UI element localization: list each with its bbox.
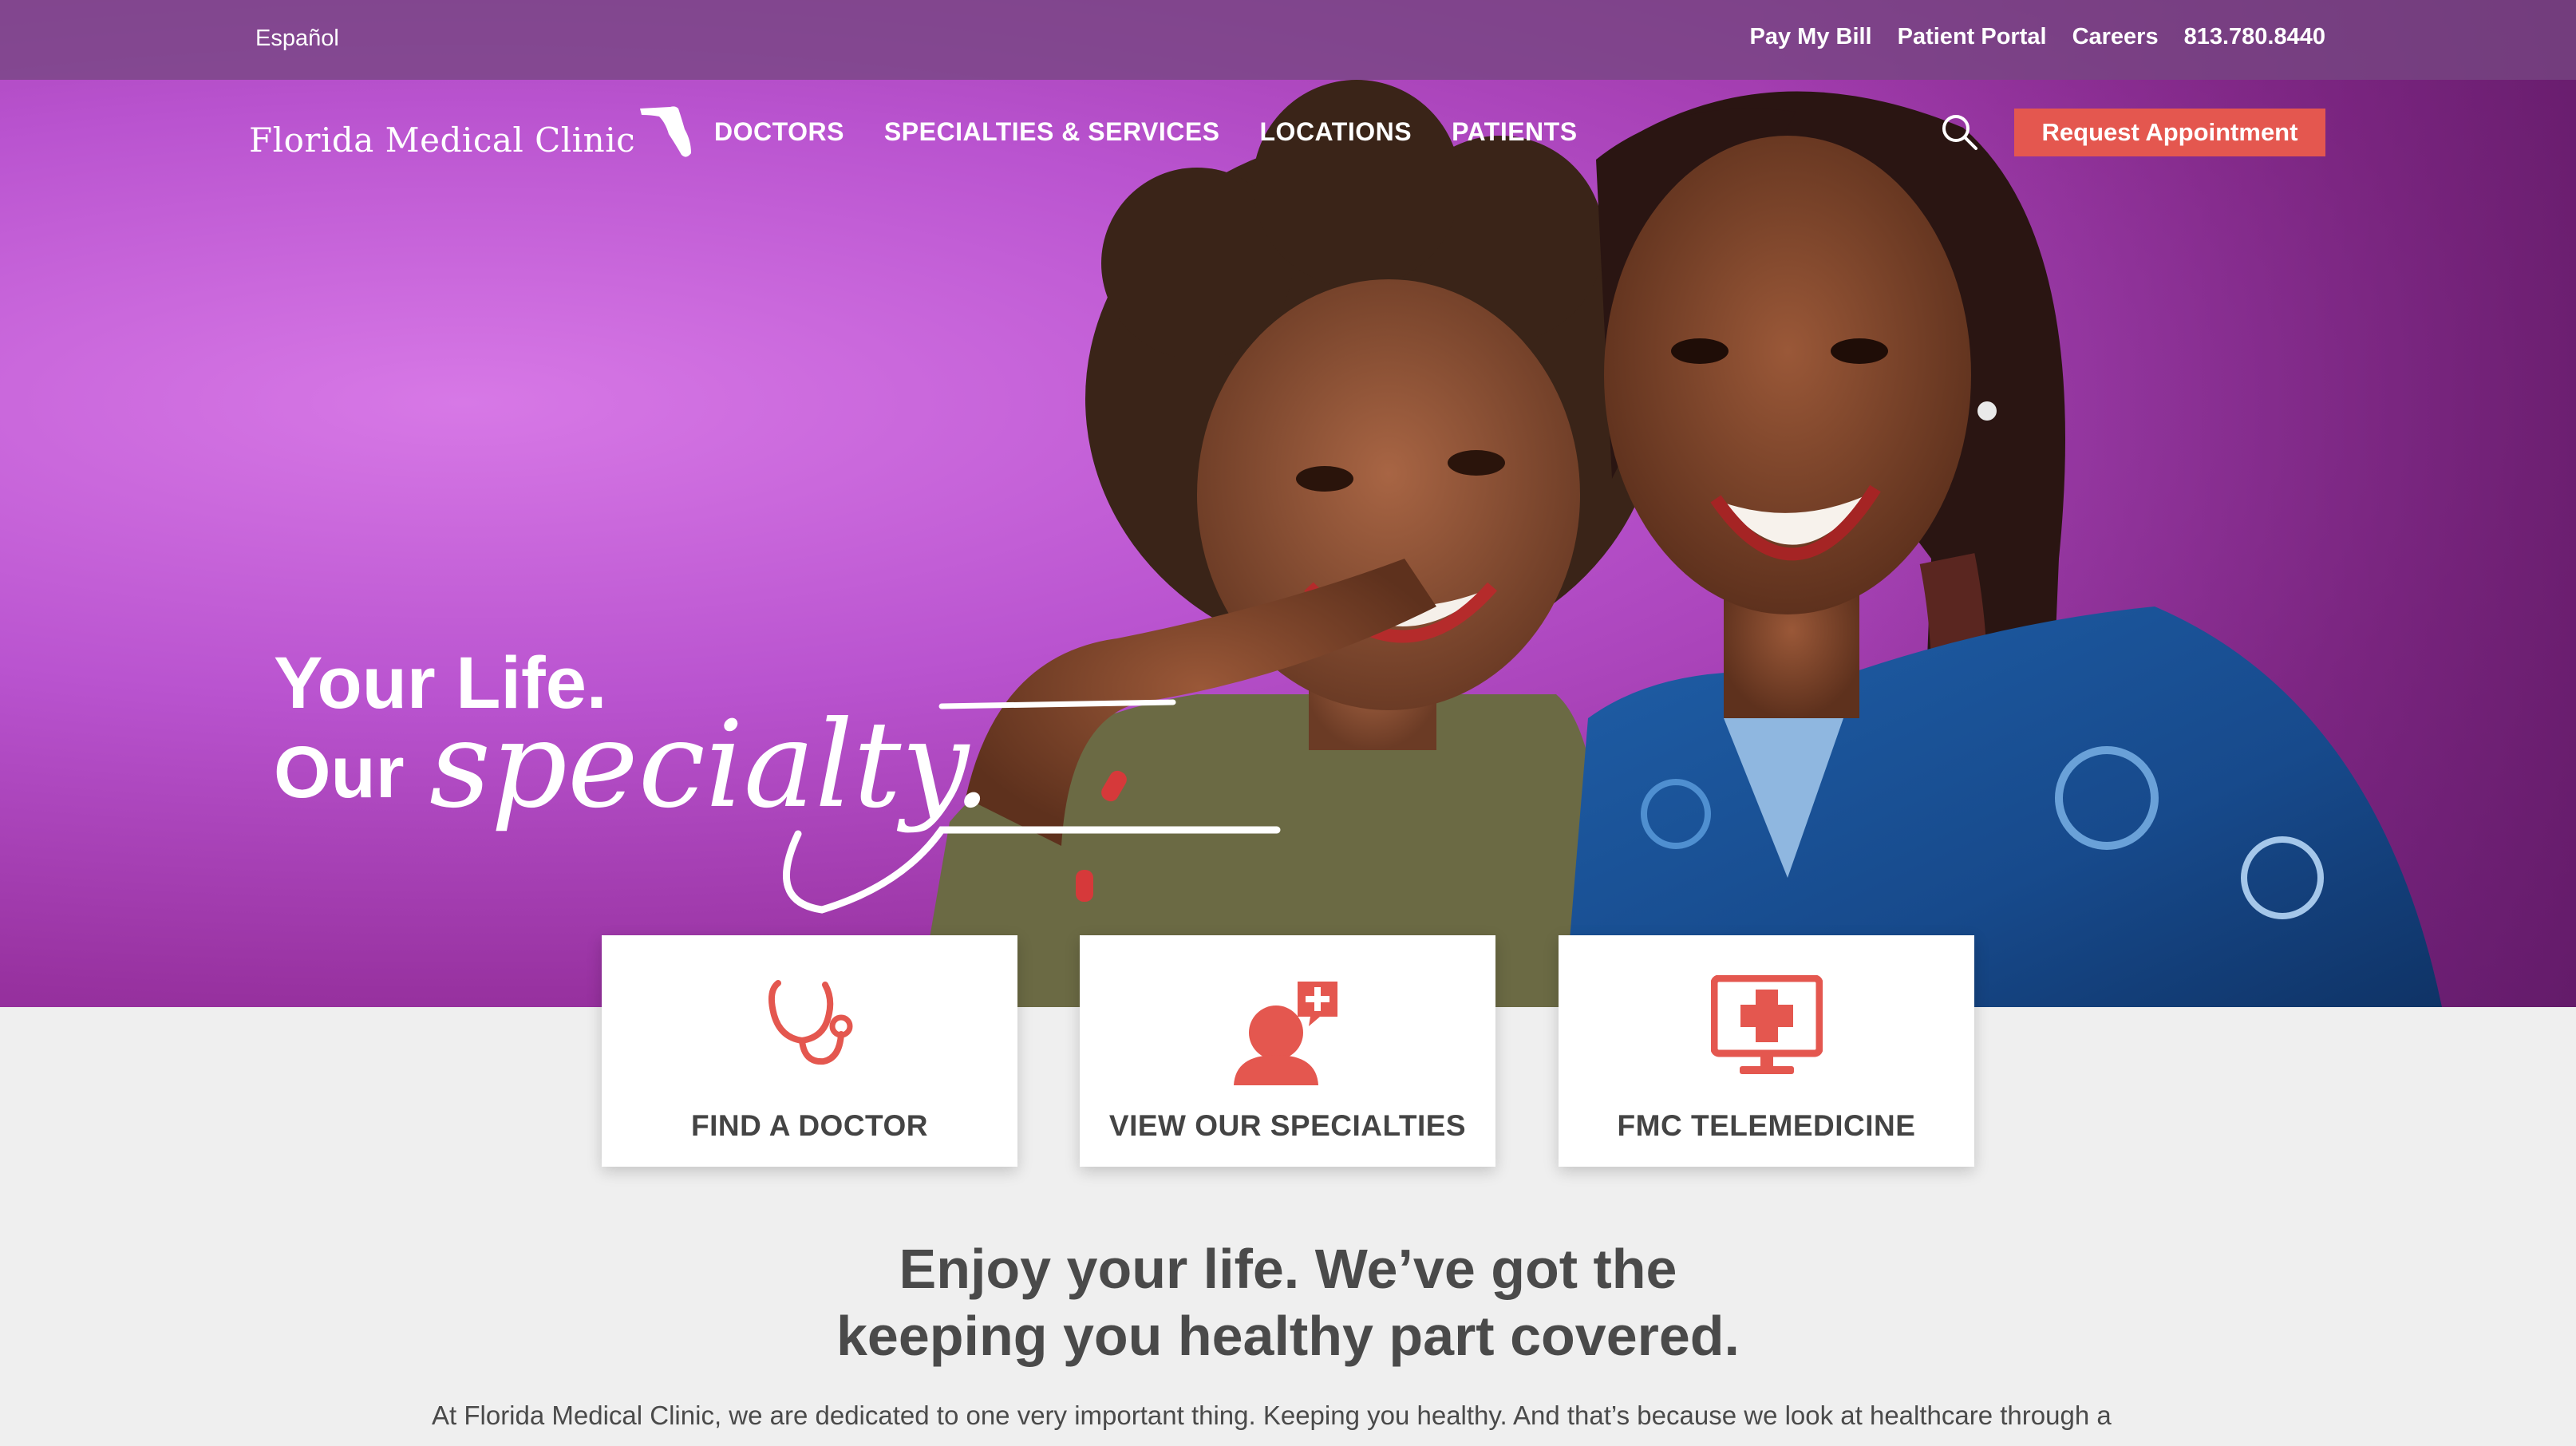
main-nav: DOCTORS SPECIALTIES & SERVICES LOCATIONS… bbox=[714, 117, 1578, 147]
specialist-icon bbox=[1233, 982, 1337, 1085]
telemedicine-label: FMC TELEMEDICINE bbox=[1617, 1109, 1916, 1142]
intro-heading-line-2: keeping you healthy part covered. bbox=[836, 1305, 1740, 1367]
stethoscope-icon bbox=[768, 980, 852, 1065]
intro-heading: Enjoy your life. We’ve got the keeping y… bbox=[0, 1235, 2576, 1369]
careers-link[interactable]: Careers bbox=[2072, 24, 2159, 50]
brand-logo[interactable]: Florida Medical Clinic bbox=[249, 102, 694, 160]
telemedicine-icon bbox=[1710, 975, 1823, 1074]
find-doctor-card[interactable]: FIND A DOCTOR bbox=[602, 935, 1017, 1167]
phone-link[interactable]: 813.780.8440 bbox=[2184, 24, 2325, 50]
view-specialties-label: VIEW OUR SPECIALTIES bbox=[1108, 1109, 1467, 1142]
pay-bill-link[interactable]: Pay My Bill bbox=[1750, 24, 1872, 50]
nav-locations[interactable]: LOCATIONS bbox=[1260, 117, 1412, 147]
hero-script-text: specialty. bbox=[429, 696, 991, 835]
request-appointment-button[interactable]: Request Appointment bbox=[2014, 109, 2325, 156]
search-button[interactable] bbox=[1939, 112, 1979, 152]
florida-icon bbox=[640, 106, 692, 157]
utility-bar: Español Pay My Bill Patient Portal Caree… bbox=[0, 0, 2576, 80]
find-doctor-label: FIND A DOCTOR bbox=[690, 1109, 928, 1142]
language-link[interactable]: Español bbox=[255, 26, 339, 52]
nav-specialties-services[interactable]: SPECIALTIES & SERVICES bbox=[884, 117, 1220, 147]
intro-heading-line-1: Enjoy your life. We’ve got the bbox=[899, 1238, 1677, 1300]
hero-line-2: Our bbox=[274, 732, 405, 813]
telemedicine-card[interactable]: FMC TELEMEDICINE bbox=[1559, 935, 1974, 1167]
brand-name: Florida Medical Clinic bbox=[249, 120, 636, 160]
nav-doctors[interactable]: DOCTORS bbox=[714, 117, 844, 147]
utility-links: Pay My Bill Patient Portal Careers 813.7… bbox=[1750, 24, 2326, 50]
search-icon bbox=[1942, 115, 1977, 150]
nav-patients[interactable]: PATIENTS bbox=[1452, 117, 1577, 147]
hero-script-word: specialty. bbox=[429, 696, 1281, 914]
intro-paragraph: At Florida Medical Clinic, we are dedica… bbox=[432, 1401, 2112, 1430]
view-specialties-card[interactable]: VIEW OUR SPECIALTIES bbox=[1080, 935, 1495, 1167]
patient-portal-link[interactable]: Patient Portal bbox=[1898, 24, 2047, 50]
